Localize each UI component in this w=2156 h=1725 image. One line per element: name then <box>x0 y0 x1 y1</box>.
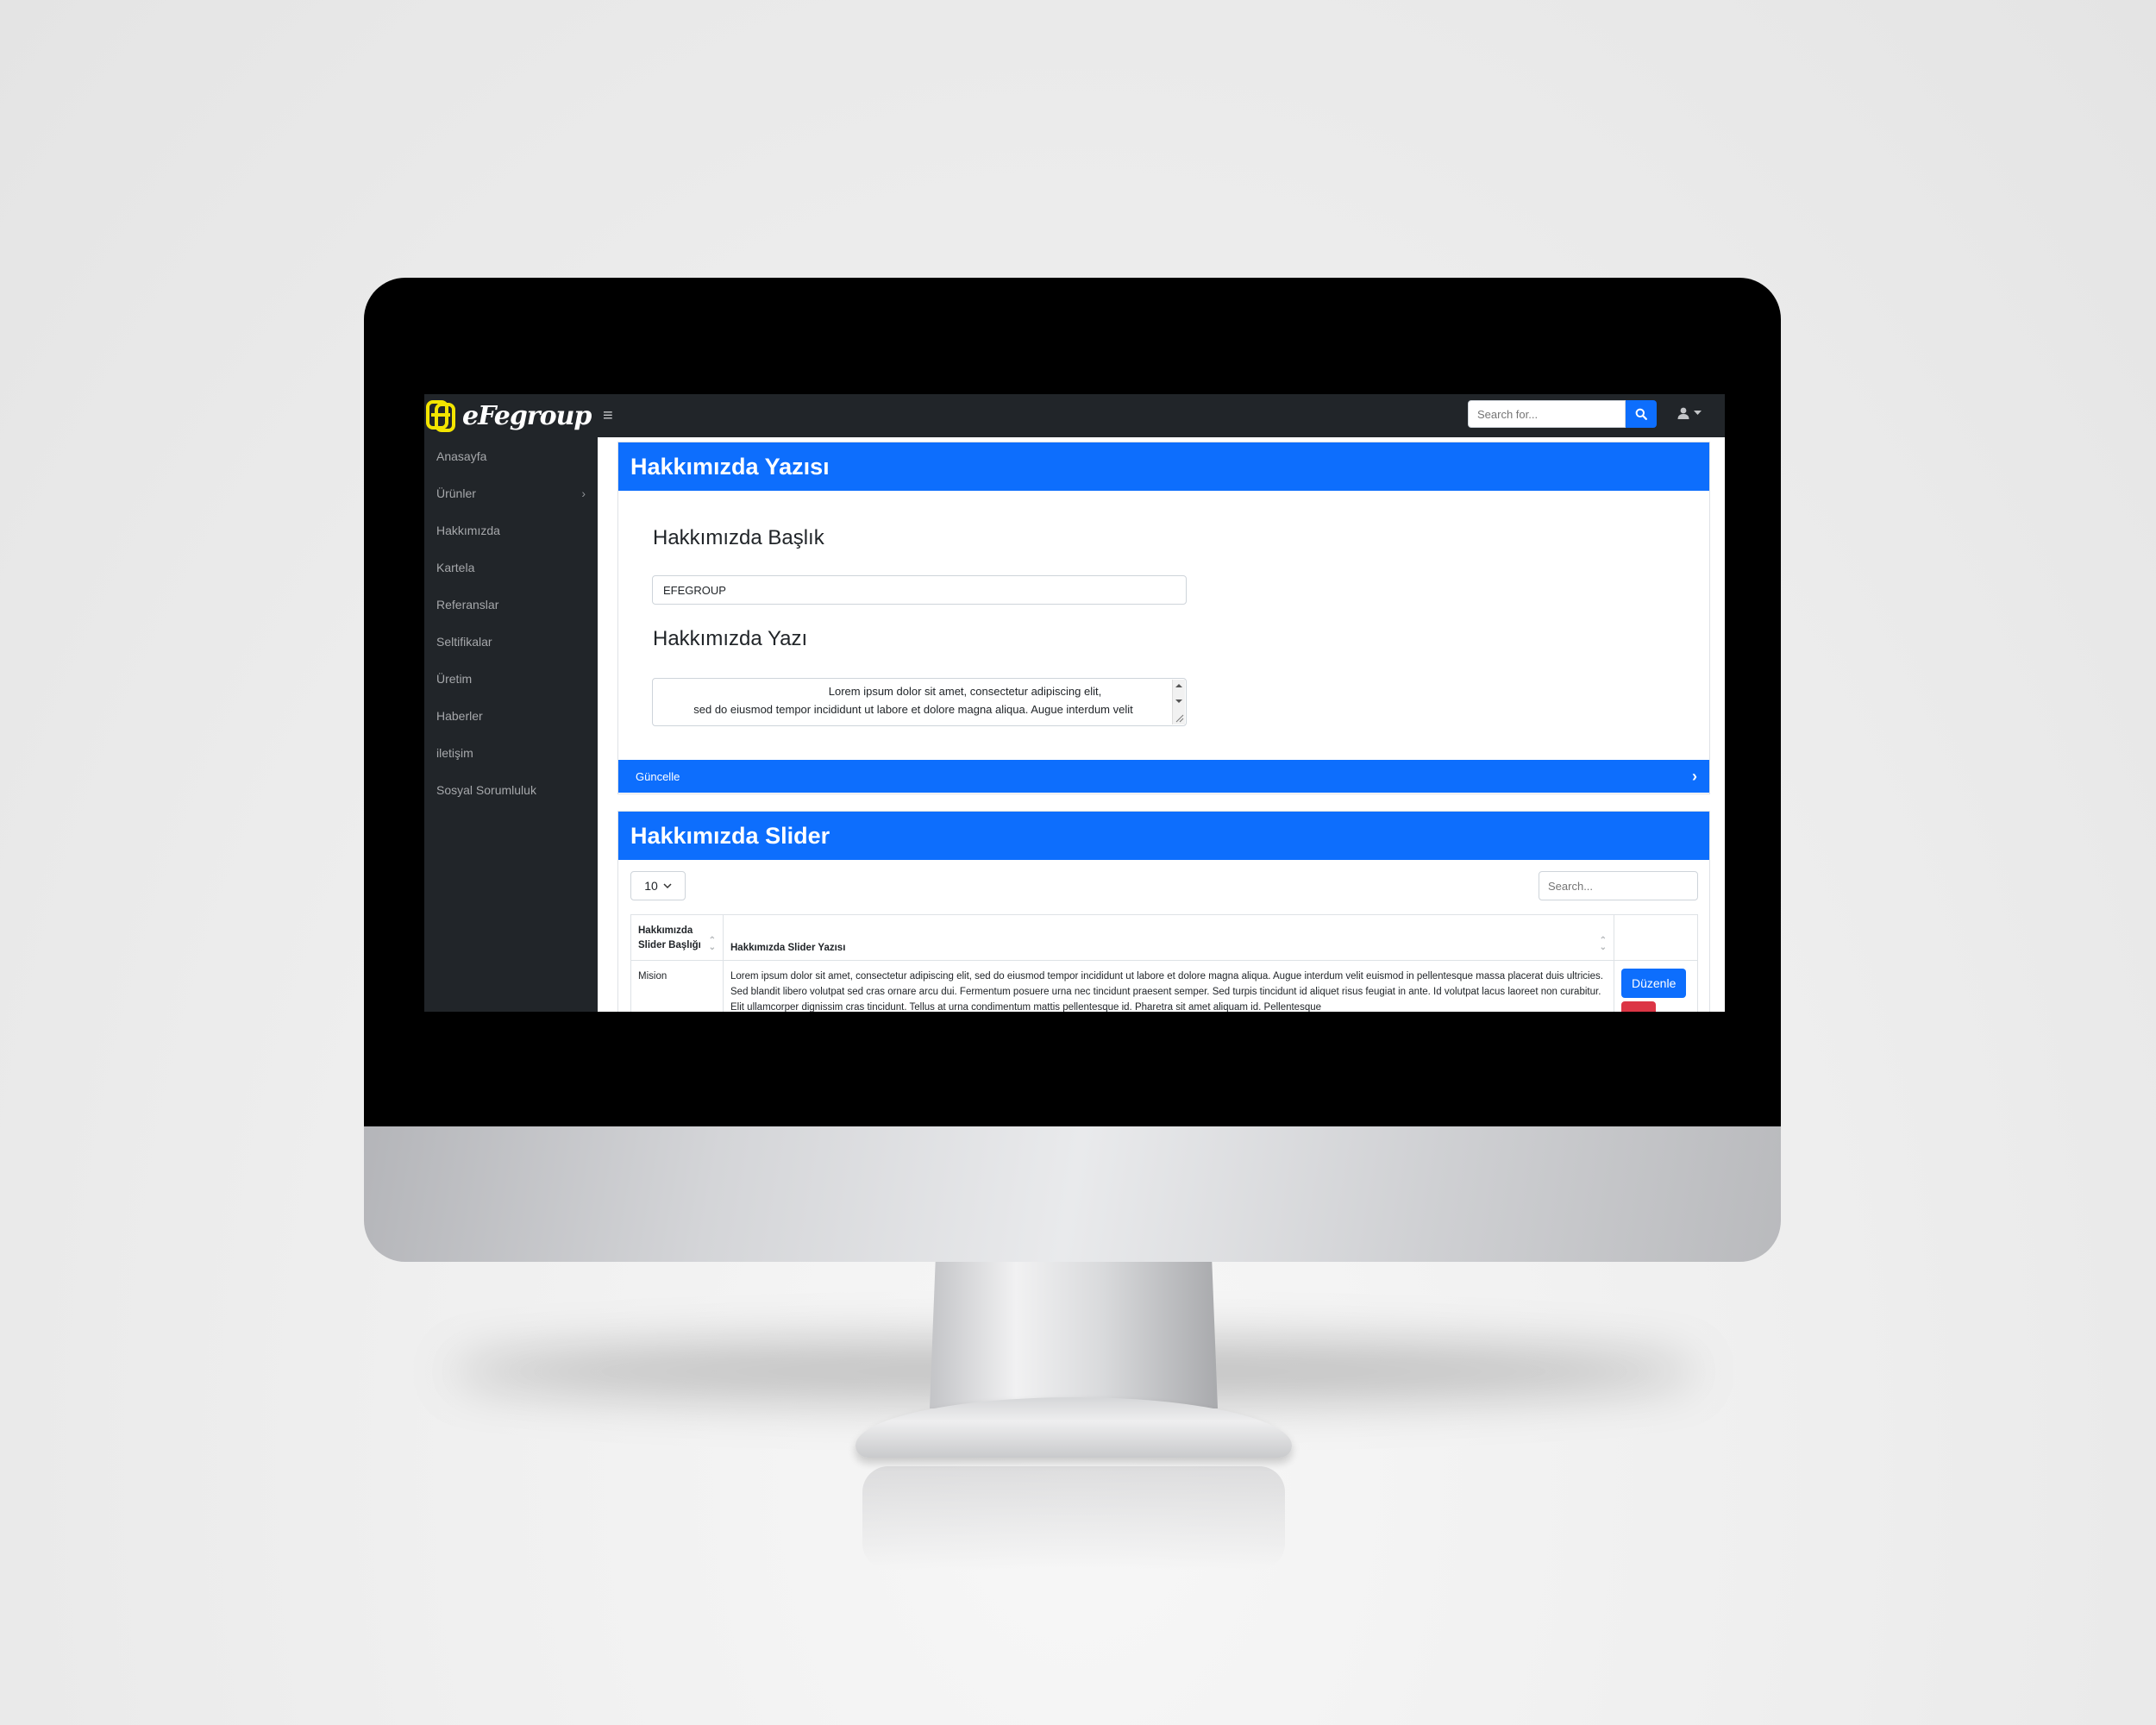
efegroup-logo-icon <box>426 399 457 432</box>
top-navbar: eFegroup ≡ <box>424 394 1725 437</box>
scroll-up-icon <box>1175 684 1182 687</box>
column-header-actions <box>1614 914 1698 961</box>
user-icon <box>1677 407 1689 419</box>
row-actions-cell: Düzenle Sil <box>1614 960 1698 1012</box>
chevron-right-icon: › <box>581 486 586 500</box>
main-content: Hakkımızda Yazısı Hakkımızda Başlık Hakk… <box>598 437 1725 1012</box>
heading-field-label: Hakkımızda Başlık <box>653 526 824 549</box>
sidebar-item-label: Ürünler <box>436 486 476 500</box>
search-icon <box>1635 408 1647 420</box>
sidebar-item-label: Haberler <box>436 708 483 723</box>
sidebar-item-referanslar[interactable]: Referanslar <box>424 586 598 623</box>
edit-button[interactable]: Düzenle <box>1621 969 1687 998</box>
sidebar-item-label: Sosyal Sorumluluk <box>436 782 536 797</box>
slider-card: Hakkımızda Slider 10 Hakkımızda Slider B… <box>617 811 1710 1012</box>
update-button-label: Güncelle <box>636 769 680 783</box>
stand-reflection <box>862 1466 1285 1570</box>
sidebar-item-label: Kartela <box>436 560 475 574</box>
sidebar-item-sosyal-sorumluluk[interactable]: Sosyal Sorumluluk <box>424 771 598 808</box>
delete-button[interactable]: Sil <box>1621 1001 1656 1012</box>
sidebar-item-label: iletişim <box>436 745 473 760</box>
screen: eFegroup ≡ Anasayfa <box>424 394 1725 1012</box>
resize-grip-icon <box>1175 714 1184 723</box>
sidebar-item-hakkimizda[interactable]: Hakkımızda <box>424 511 598 549</box>
chevron-right-icon: › <box>1692 767 1697 785</box>
column-header-text[interactable]: Hakkımızda Slider Yazısı ⌃ ⌄ <box>723 914 1614 961</box>
sidebar-item-urunler[interactable]: Ürünler › <box>424 474 598 511</box>
row-title-cell: Mision <box>630 960 724 1012</box>
textarea-scrollbar[interactable] <box>1172 680 1185 724</box>
row-text-cell: Lorem ipsum dolor sit amet, consectetur … <box>723 960 1614 1012</box>
text-field-label: Hakkımızda Yazı <box>653 627 808 650</box>
navbar-search-input[interactable] <box>1468 400 1626 428</box>
sidebar-item-haberler[interactable]: Haberler <box>424 697 598 734</box>
monitor-stand-foot <box>856 1397 1292 1458</box>
sidebar-toggle-icon[interactable]: ≡ <box>603 406 613 426</box>
chevron-down-icon <box>663 882 672 888</box>
slider-card-title: Hakkımızda Slider <box>618 812 1709 860</box>
sidebar-item-uretim[interactable]: Üretim <box>424 660 598 697</box>
text-field-textarea[interactable]: Lorem ipsum dolor sit amet, consectetur … <box>652 678 1187 726</box>
heading-field-input[interactable] <box>652 575 1187 605</box>
textarea-line: Lorem ipsum dolor sit amet, consectetur … <box>828 685 1102 698</box>
sidebar: Anasayfa Ürünler › Hakkımızda Kartela Re… <box>424 437 598 1012</box>
sort-icon: ⌃ ⌄ <box>708 936 716 952</box>
monitor-stand-neck <box>930 1262 1218 1408</box>
about-text-card: Hakkımızda Yazısı Hakkımızda Başlık Hakk… <box>617 442 1710 794</box>
column-header-title[interactable]: Hakkımızda Slider Başlığı ⌃ ⌄ <box>630 914 724 961</box>
caret-down-icon <box>1694 411 1702 415</box>
sidebar-item-anasayfa[interactable]: Anasayfa <box>424 437 598 474</box>
slider-table: Hakkımızda Slider Başlığı ⌃ ⌄ Hakkımızda … <box>630 914 1698 1012</box>
sort-icon: ⌃ ⌄ <box>1599 936 1607 952</box>
monitor-chin <box>364 1126 1781 1262</box>
sidebar-item-label: Seltifikalar <box>436 634 492 649</box>
brand-name: eFegroup <box>462 400 592 431</box>
sidebar-item-label: Üretim <box>436 671 473 686</box>
update-button[interactable]: Güncelle › <box>618 760 1709 793</box>
sidebar-item-label: Referanslar <box>436 597 499 612</box>
sidebar-item-kartela[interactable]: Kartela <box>424 549 598 586</box>
sidebar-item-label: Hakkımızda <box>436 523 500 537</box>
navbar-search-button[interactable] <box>1626 400 1657 428</box>
about-text-card-title: Hakkımızda Yazısı <box>618 442 1709 491</box>
table-row: Mision Lorem ipsum dolor sit amet, conse… <box>630 960 1698 1012</box>
page-length-select[interactable]: 10 <box>630 871 686 900</box>
sidebar-item-seltifikalar[interactable]: Seltifikalar <box>424 623 598 660</box>
sidebar-item-iletisim[interactable]: iletişim <box>424 734 598 771</box>
sidebar-item-label: Anasayfa <box>436 448 487 463</box>
user-dropdown[interactable] <box>1677 406 1702 420</box>
textarea-line: sed do eiusmod tempor incididunt ut labo… <box>693 703 1133 716</box>
navbar-search <box>1468 400 1657 428</box>
brand-logo[interactable]: eFegroup <box>424 394 597 437</box>
page-length-value: 10 <box>644 879 658 893</box>
table-search-input[interactable] <box>1539 871 1698 900</box>
scroll-down-icon <box>1175 699 1182 703</box>
